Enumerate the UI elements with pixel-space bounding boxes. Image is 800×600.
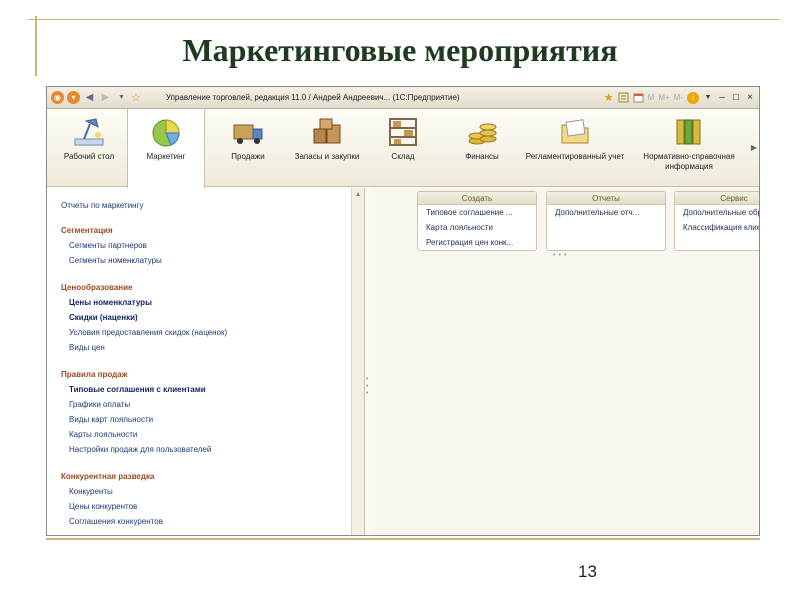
section-warehouse[interactable]: Склад (369, 109, 437, 187)
service-box: Сервис Дополнительные обр... Классификац… (674, 191, 759, 251)
create-item[interactable]: Регистрация цен конк... (418, 235, 536, 250)
section-marketing[interactable]: Маркетинг (127, 109, 205, 188)
nav-item[interactable]: Конкуренты (69, 487, 113, 496)
nav-link-marketing-reports[interactable]: Отчеты по маркетингу (61, 201, 144, 210)
folder-icon (561, 119, 589, 144)
section-label: Нормативно-справочная информация (643, 152, 735, 171)
app-window: ◉ ▾ ◀ ▶ ▼ ☆ Управление торговлей, редакц… (46, 86, 760, 536)
create-item[interactable]: Типовое соглашение ... (418, 205, 536, 220)
nav-item[interactable]: Цены номенклатуры (69, 298, 152, 307)
dropdown-icon[interactable]: ▼ (115, 94, 128, 101)
nav-group-title: Правила продаж (61, 370, 128, 379)
nav-item[interactable]: Графики оплаты (69, 400, 130, 409)
history-icon[interactable] (618, 92, 629, 103)
slide-title: Маркетинговые мероприятия (182, 32, 618, 68)
reports-box: Отчеты Дополнительные отч... (546, 191, 666, 251)
navigation-scrollbar[interactable]: ▲ (351, 188, 364, 535)
service-box-title: Сервис (675, 192, 759, 205)
service-item[interactable]: Дополнительные обр... (675, 205, 759, 220)
section-finance[interactable]: Финансы (447, 109, 517, 187)
create-box-title: Создать (418, 192, 536, 205)
nav-item[interactable]: Скидки (наценки) (69, 313, 138, 322)
window-menu-icon[interactable]: ▼ (703, 94, 713, 101)
shelf-icon (389, 118, 417, 146)
desk-lamp-icon (74, 118, 104, 146)
nav-item[interactable]: Сегменты партнеров (69, 241, 147, 250)
section-label: Склад (391, 152, 415, 161)
coins-icon (468, 123, 497, 145)
section-desktop[interactable]: Рабочий стол (55, 109, 123, 187)
memory-plus-button[interactable]: M+ (658, 93, 669, 102)
slide-top-rule (28, 19, 780, 20)
reports-item[interactable]: Дополнительные отч... (547, 205, 665, 220)
memory-m-button[interactable]: M (648, 93, 655, 102)
window-title: Управление торговлей, редакция 11.0 / Ан… (165, 93, 460, 102)
nav-group-title: Сегментация (61, 226, 113, 235)
nav-group-title: Конкурентная разведка (61, 472, 155, 481)
section-reference-info[interactable]: Нормативно-справочная информация (631, 109, 747, 187)
section-label: Регламентированный учет (525, 152, 625, 161)
section-stocks[interactable]: Запасы и закупки (291, 109, 363, 187)
nav-item[interactable]: Виды карт лояльности (69, 415, 153, 424)
nav-item[interactable]: Карты лояльности (69, 430, 137, 439)
nav-item[interactable]: Цены конкурентов (69, 502, 137, 511)
create-item[interactable]: Карта лояльности (418, 220, 536, 235)
main-menu-icon[interactable]: ▾ (67, 91, 80, 104)
nav-item[interactable]: Соглашения конкурентов (69, 517, 163, 526)
app-menu-icon[interactable]: ◉ (51, 91, 64, 104)
add-favorite-icon[interactable]: ★ (604, 91, 614, 104)
slide-bottom-rule (46, 538, 760, 540)
navigation-panel: Отчеты по маркетингу Сегментация Сегмент… (47, 188, 365, 535)
info-icon[interactable]: i (687, 91, 699, 104)
reports-box-title: Отчеты (547, 192, 665, 205)
binders-icon (676, 119, 701, 145)
create-box: Создать Типовое соглашение ... Карта лоя… (417, 191, 537, 251)
boxes-icon (313, 118, 341, 144)
section-label: Финансы (465, 152, 499, 161)
nav-item[interactable]: Настройки продаж для пользователей (69, 445, 211, 454)
nav-group-title: Ценообразование (61, 283, 133, 292)
actions-panel: Создать Типовое соглашение ... Карта лоя… (373, 188, 759, 535)
nav-item[interactable]: Сегменты номенклатуры (69, 256, 162, 265)
close-icon[interactable]: × (745, 92, 755, 103)
memory-minus-button[interactable]: M- (674, 93, 683, 102)
back-icon[interactable]: ◀ (83, 92, 96, 103)
minimize-icon[interactable]: – (717, 92, 727, 103)
section-label: Маркетинг (146, 152, 186, 161)
sections-panel: Рабочий стол Маркетинг Продажи Запасы и … (47, 109, 759, 188)
section-label: Запасы и закупки (294, 152, 360, 161)
pie-chart-icon (152, 119, 180, 147)
truck-icon (233, 124, 263, 144)
sections-scroll-right-icon[interactable]: ▶ (751, 143, 757, 152)
window-titlebar: ◉ ▾ ◀ ▶ ▼ ☆ Управление торговлей, редакц… (47, 87, 759, 109)
splitter-grip-icon: • • • (366, 376, 369, 397)
nav-item[interactable]: Виды цен (69, 343, 105, 352)
calendar-icon[interactable] (633, 92, 644, 103)
forward-icon[interactable]: ▶ (99, 92, 112, 103)
maximize-icon[interactable]: □ (731, 92, 741, 103)
page-number: 13 (578, 562, 597, 581)
nav-item[interactable]: Типовые соглашения с клиентами (69, 385, 206, 394)
section-sales[interactable]: Продажи (213, 109, 283, 187)
section-label: Продажи (231, 152, 265, 161)
panel-splitter[interactable]: • • • (365, 188, 373, 535)
service-item[interactable]: Классификация клие... (675, 220, 759, 235)
nav-item[interactable]: Условия предоставления скидок (наценок) (69, 328, 227, 337)
section-regulated-accounting[interactable]: Регламентированный учет (525, 109, 625, 187)
panel-resize-grip-icon[interactable]: ••• (553, 252, 569, 259)
section-label: Рабочий стол (63, 152, 115, 161)
scroll-up-icon[interactable]: ▲ (352, 191, 364, 198)
favorites-icon[interactable]: ☆ (131, 91, 141, 104)
